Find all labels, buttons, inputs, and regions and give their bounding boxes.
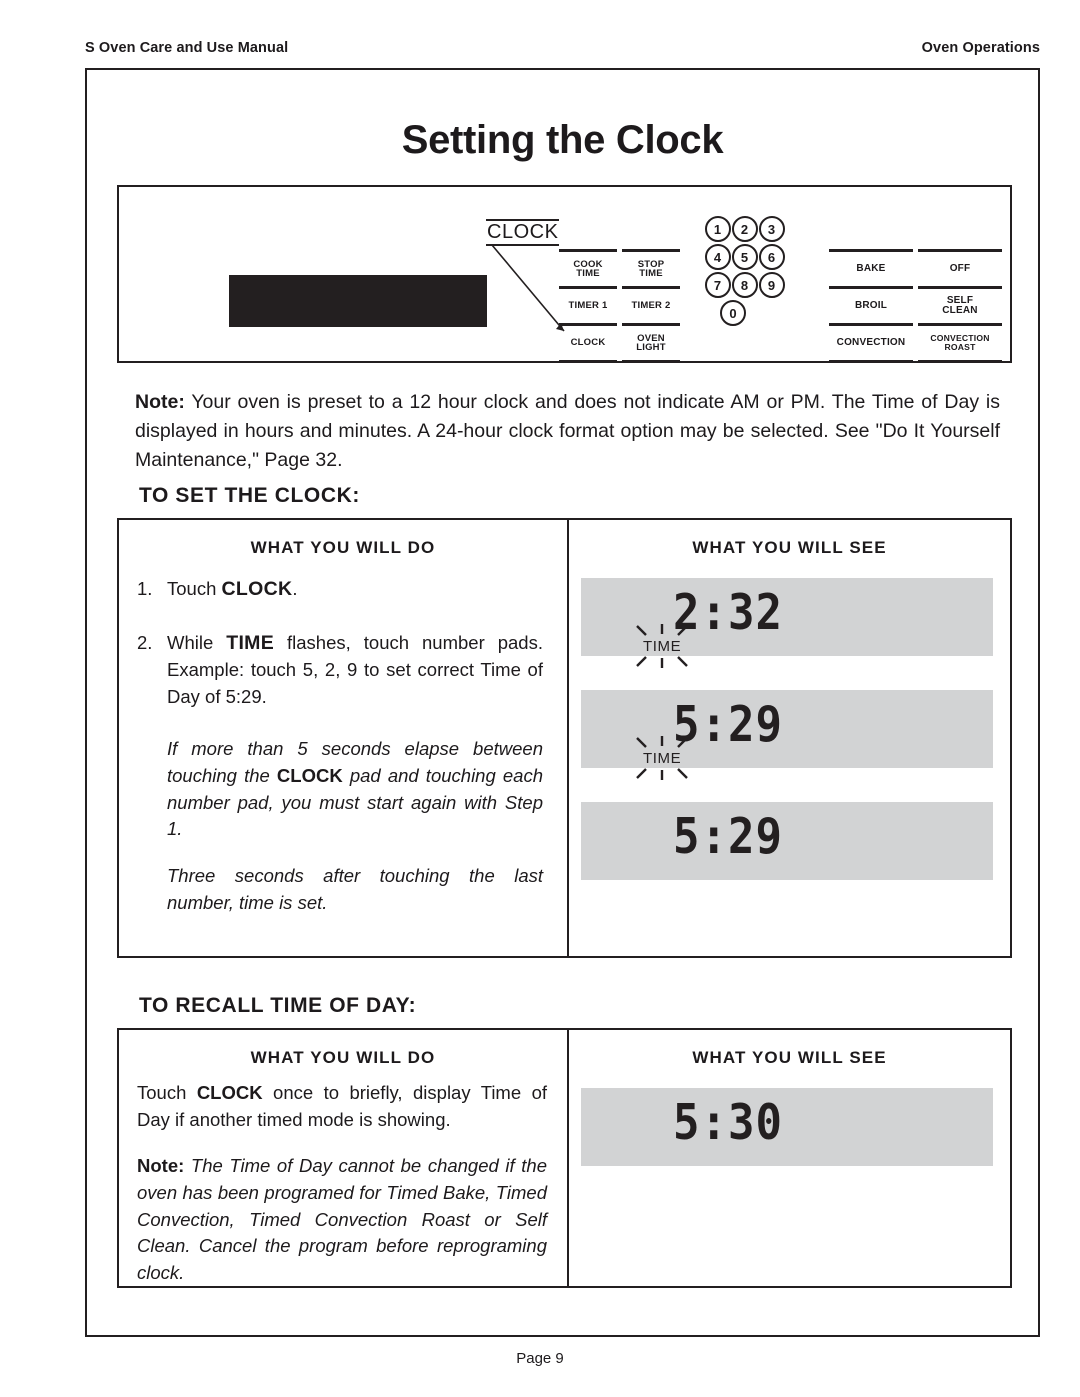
display-3-time: 5:29 (673, 808, 783, 866)
display-panel-1: 2:32 TIME (581, 578, 993, 668)
set-clock-do-column-title: WHAT YOU WILL DO (250, 538, 436, 557)
set-clock-step-2: 2. While TIME flashes, touch number pads… (137, 630, 543, 710)
keypad-column-left: COOK TIME TIMER 1 CLOCK (559, 249, 617, 363)
page-title: Setting the Clock (401, 118, 724, 162)
numpad-key-7[interactable]: 7 (704, 272, 731, 298)
key-clock-label: CLOCK (570, 337, 606, 349)
step-1-bold: CLOCK (221, 578, 293, 600)
recall-what-you-will-do-column: WHAT YOU WILL DO Touch CLOCK once to bri… (119, 1030, 569, 1286)
step-1-text: Touch CLOCK. (167, 576, 543, 604)
set-clock-what-you-will-do-column: WHAT YOU WILL DO 1. Touch CLOCK. 2. Whil… (119, 520, 569, 956)
step-2-text: While TIME flashes, touch number pads. E… (167, 630, 543, 710)
numpad-row-4: 0 (704, 299, 762, 327)
mode-keypad-column-2: OFF SELF CLEAN CONVECTION ROAST (918, 249, 1002, 363)
set-clock-see-column-title: WHAT YOU WILL SEE (692, 538, 887, 557)
step-2-bold: TIME (226, 631, 275, 654)
recall-what-you-will-see-column: WHAT YOU WILL SEE 5:30 (569, 1030, 1010, 1286)
control-panel-illustration: CLOCK COOK TIME TIMER 1 CLOCK STOP TIME … (117, 185, 1012, 363)
italic-note-1-bold: CLOCK (276, 764, 343, 786)
key-off[interactable]: OFF (918, 249, 1002, 289)
numpad-row-2: 4 5 6 (704, 243, 794, 271)
mode-keypad-column-1: BAKE BROIL CONVECTION (829, 249, 913, 363)
page-content-frame: Setting the Clock CLOCK COOK TIME TIMER … (85, 68, 1040, 1337)
step-2-number: 2. (137, 631, 153, 653)
numpad-key-3[interactable]: 3 (758, 216, 785, 242)
display-1-indicator-label: TIME (643, 638, 682, 655)
recall-see-column-title: WHAT YOU WILL SEE (692, 1048, 887, 1067)
numpad-row-1: 1 2 3 (704, 215, 794, 243)
key-cook-time-line2: TIME (576, 268, 600, 279)
numpad-key-4[interactable]: 4 (704, 244, 731, 270)
key-convection-label: CONVECTION (836, 337, 906, 348)
recall-pre: Touch (137, 1082, 197, 1103)
numpad-key-6[interactable]: 6 (758, 244, 785, 270)
key-off-label: OFF (949, 263, 971, 274)
recall-note-label: Note: (137, 1155, 185, 1177)
set-clock-what-you-will-see-column: WHAT YOU WILL SEE 2:32 TIME 5:29 TIME 5:… (569, 520, 1010, 956)
key-stop-time[interactable]: STOP TIME (622, 249, 680, 289)
key-broil[interactable]: BROIL (829, 286, 913, 326)
numpad-key-0[interactable]: 0 (720, 300, 746, 326)
recall-time-table: WHAT YOU WILL DO Touch CLOCK once to bri… (117, 1028, 1012, 1288)
numpad-key-2[interactable]: 2 (731, 216, 758, 242)
oven-display-blackout (229, 275, 487, 327)
keypad-column-left-2: STOP TIME TIMER 2 OVEN LIGHT (622, 249, 680, 363)
recall-instruction-text: Touch CLOCK once to briefly, display Tim… (119, 1068, 567, 1286)
number-keypad: 1 2 3 4 5 6 7 8 9 0 (704, 215, 794, 327)
set-clock-italic-note-2: Three seconds after touching the last nu… (167, 865, 543, 913)
step-1-number: 1. (137, 578, 153, 599)
display-2-time-indicator: TIME (629, 736, 703, 782)
key-oven-light-line2: LIGHT (636, 342, 666, 353)
step-1-pre: Touch (167, 578, 222, 599)
key-convection-roast-line2: ROAST (944, 342, 976, 352)
set-clock-steps: 1. Touch CLOCK. 2. While TIME flashes, t… (119, 558, 567, 710)
top-note: Note: Your oven is preset to a 12 hour c… (135, 388, 1000, 475)
numpad-key-5[interactable]: 5 (731, 244, 758, 270)
display-1-time-indicator: TIME (629, 624, 703, 670)
page-footer: Page 9 (516, 1350, 564, 1367)
display-4-time: 5:30 (673, 1094, 783, 1152)
numpad-row-3: 7 8 9 (704, 271, 794, 299)
numpad-key-1[interactable]: 1 (704, 216, 731, 242)
display-panel-4: 5:30 (581, 1088, 993, 1166)
display-panel-2: 5:29 TIME (581, 690, 993, 780)
recall-note-text: The Time of Day cannot be changed if the… (137, 1155, 547, 1283)
recall-bold: CLOCK (196, 1082, 263, 1103)
display-panel-3: 5:29 (581, 802, 993, 880)
recall-do-column-title: WHAT YOU WILL DO (250, 1048, 436, 1067)
callout-leader-line (491, 244, 565, 332)
numpad-key-8[interactable]: 8 (731, 272, 758, 298)
section-heading-set-clock: TO SET THE CLOCK: (139, 484, 360, 507)
key-broil-label: BROIL (854, 300, 888, 311)
set-clock-italic-note-1: If more than 5 seconds elapse between to… (167, 736, 543, 843)
key-clock[interactable]: CLOCK (559, 323, 617, 363)
display-2-indicator-label: TIME (643, 750, 682, 767)
top-note-label: Note: (135, 391, 185, 413)
step-1-post: . (292, 578, 298, 599)
top-note-text: Your oven is preset to a 12 hour clock a… (135, 391, 1000, 471)
key-timer-1-label: TIMER 1 (568, 300, 608, 312)
recall-note: Note: The Time of Day cannot be changed … (137, 1153, 547, 1286)
header-left-text: S Oven Care and Use Manual (85, 40, 289, 56)
key-convection[interactable]: CONVECTION (829, 323, 913, 363)
clock-callout-label: CLOCK (486, 219, 560, 246)
set-clock-step-1: 1. Touch CLOCK. (137, 576, 543, 604)
key-convection-roast[interactable]: CONVECTION ROAST (918, 323, 1002, 363)
key-stop-time-line2: TIME (639, 268, 663, 279)
header-right-text: Oven Operations (921, 40, 1040, 56)
running-header: S Oven Care and Use Manual Oven Operatio… (85, 40, 1040, 56)
key-timer-2[interactable]: TIMER 2 (622, 286, 680, 326)
section-heading-recall-time: TO RECALL TIME OF DAY: (139, 994, 417, 1017)
key-bake-label: BAKE (856, 263, 886, 274)
key-self-clean-line2: CLEAN (942, 305, 978, 316)
set-clock-table: WHAT YOU WILL DO 1. Touch CLOCK. 2. Whil… (117, 518, 1012, 958)
key-cook-time[interactable]: COOK TIME (559, 249, 617, 289)
numpad-key-9[interactable]: 9 (758, 272, 785, 298)
key-self-clean[interactable]: SELF CLEAN (918, 286, 1002, 326)
step-2-pre: While (167, 631, 227, 653)
key-oven-light[interactable]: OVEN LIGHT (622, 323, 680, 363)
key-bake[interactable]: BAKE (829, 249, 913, 289)
key-timer-2-label: TIMER 2 (631, 300, 671, 312)
key-timer-1[interactable]: TIMER 1 (559, 286, 617, 326)
